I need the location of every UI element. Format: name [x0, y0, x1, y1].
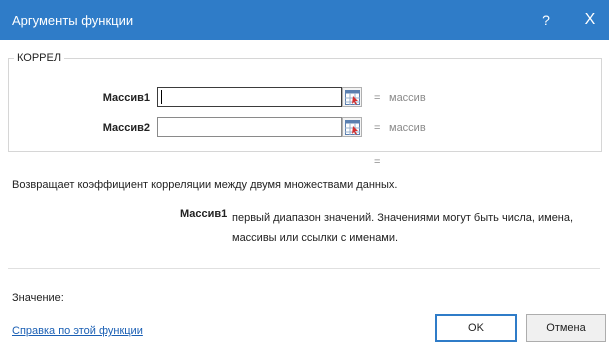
formula-result-equals: = [374, 156, 381, 168]
range-select-icon [345, 90, 360, 105]
arg1-label: Массив1 [102, 92, 150, 104]
divider [8, 268, 600, 269]
text-caret [161, 90, 162, 104]
title-bar: Аргументы функции ? X [0, 0, 609, 40]
arg2-range-select-button[interactable] [342, 117, 362, 137]
arg-help-text: первый диапазон значений. Значениями мог… [232, 212, 574, 244]
arg-help-name: Массив1 [180, 208, 228, 220]
ok-button[interactable]: OK [435, 314, 517, 342]
value-label: Значение: [12, 292, 64, 304]
arg1-input[interactable] [157, 87, 342, 107]
arg2-label: Массив2 [102, 122, 150, 134]
dialog-title: Аргументы функции [12, 13, 134, 28]
arg2-equals: = [374, 122, 381, 134]
function-description: Возвращает коэффициент корреляции между … [12, 179, 398, 191]
function-help-link[interactable]: Справка по этой функции [12, 325, 143, 337]
arg1-result: массив [389, 92, 426, 104]
cancel-button[interactable]: Отмена [526, 314, 606, 342]
arg2-result: массив [389, 122, 426, 134]
arg1-range-select-button[interactable] [342, 87, 362, 107]
arg2-input[interactable] [157, 117, 342, 137]
range-select-icon [345, 120, 360, 135]
close-button[interactable]: X [570, 0, 609, 40]
function-name: КОРРЕЛ [14, 52, 65, 64]
help-button[interactable]: ? [526, 0, 566, 40]
arg1-equals: = [374, 92, 381, 104]
